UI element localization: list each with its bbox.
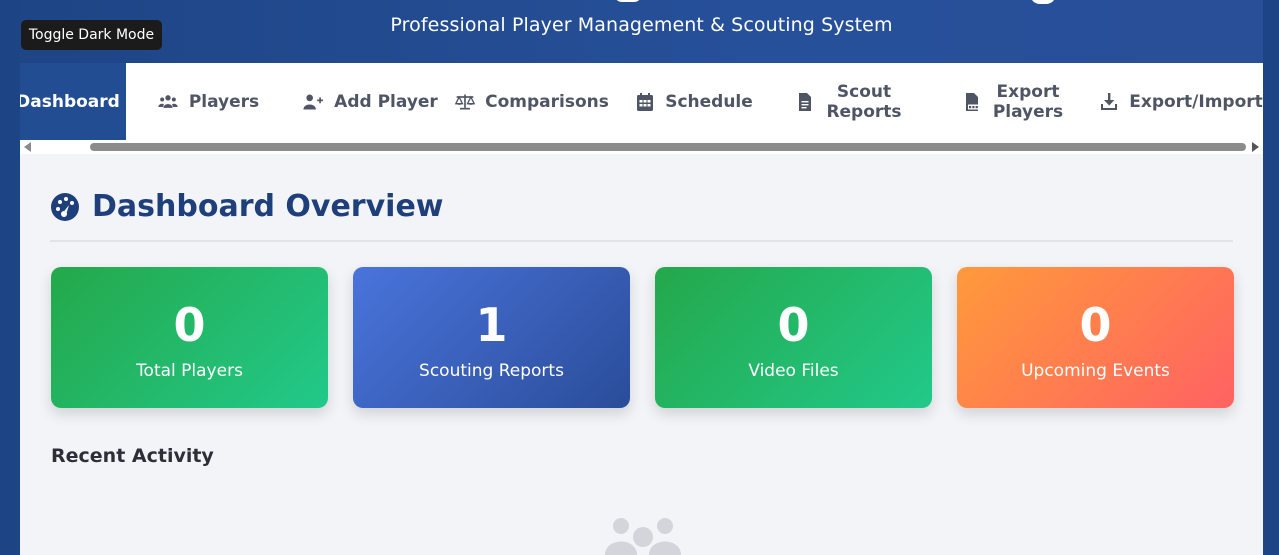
page-background-right: [1263, 0, 1279, 555]
nav-tab-label-line: Reports: [826, 101, 902, 122]
stat-label: Scouting Reports: [419, 361, 564, 381]
stat-card-total-players[interactable]: 0 Total Players: [51, 267, 328, 408]
nav-tab-export-import[interactable]: Export/Import: [1101, 63, 1263, 140]
nav-tab-scout-reports[interactable]: Scout Reports: [788, 63, 908, 140]
users-icon: [605, 518, 681, 555]
divider: [50, 240, 1233, 242]
nav-tab-label: Scout Reports: [826, 82, 901, 122]
recent-activity-heading: Recent Activity: [51, 445, 214, 467]
stat-value: 0: [777, 298, 810, 352]
nav-tab-label: Export/Import: [1129, 91, 1263, 112]
stat-value: 0: [1079, 298, 1112, 352]
stat-card-upcoming-events[interactable]: 0 Upcoming Events: [957, 267, 1234, 408]
stat-value: 0: [173, 298, 206, 352]
page-title: Dashboard Overview: [92, 189, 444, 224]
nav-tab-players[interactable]: Players: [148, 63, 268, 140]
nav-tab-label: Comparisons: [485, 91, 609, 112]
app-subtitle: Professional Player Management & Scoutin…: [390, 14, 893, 36]
calendar-icon: [635, 92, 655, 112]
page-background-left: [0, 0, 20, 555]
nav-tab-label: Add Player: [334, 91, 438, 112]
toggle-dark-mode-button[interactable]: Toggle Dark Mode: [21, 20, 162, 50]
app-header: Professional Player Management & Scoutin…: [20, 0, 1263, 63]
main-nav: Dashboard Players Add Player Comparisons…: [20, 63, 1263, 140]
stat-value: 1: [475, 298, 508, 352]
nav-tab-add-player[interactable]: Add Player: [302, 63, 438, 140]
nav-tab-label: Schedule: [665, 91, 753, 112]
nav-tab-label: Players: [188, 91, 260, 112]
file-icon: [794, 92, 816, 112]
dashboard-heading: Dashboard Overview: [50, 189, 444, 224]
stat-card-video-files[interactable]: 0 Video Files: [655, 267, 932, 408]
pdf-file-icon: [961, 92, 983, 112]
nav-tab-comparisons[interactable]: Comparisons: [455, 63, 609, 140]
nav-tab-label: Dashboard: [20, 91, 120, 112]
dashboard-content: Dashboard Overview 0 Total Players 1 Sco…: [20, 154, 1263, 555]
stat-label: Video Files: [748, 361, 839, 381]
user-plus-icon: [302, 92, 324, 112]
scrollbar-thumb[interactable]: [90, 143, 1246, 151]
scroll-right-arrow-icon[interactable]: [1252, 142, 1259, 152]
nav-tab-label-line: Scout: [836, 81, 892, 102]
nav-tab-dashboard[interactable]: Dashboard: [20, 63, 126, 140]
stat-card-scouting-reports[interactable]: 1 Scouting Reports: [353, 267, 630, 408]
users-icon: [157, 92, 179, 112]
nav-tab-export-players[interactable]: Export Players: [952, 63, 1072, 140]
app-title-clipped: [1030, 0, 1056, 4]
scroll-left-arrow-icon[interactable]: [24, 142, 31, 152]
stat-label: Total Players: [136, 361, 243, 381]
nav-tab-label-line: Export: [996, 81, 1060, 102]
balance-scale-icon: [455, 92, 476, 112]
nav-tab-label: Export Players: [993, 82, 1063, 122]
stat-label: Upcoming Events: [1021, 361, 1170, 381]
tachometer-icon: [51, 192, 79, 221]
nav-horizontal-scrollbar[interactable]: [20, 140, 1263, 154]
nav-tab-schedule[interactable]: Schedule: [635, 63, 753, 140]
app-title-clipped: [614, 0, 642, 2]
download-icon: [1099, 92, 1119, 112]
nav-tab-label-line: Players: [992, 101, 1064, 122]
